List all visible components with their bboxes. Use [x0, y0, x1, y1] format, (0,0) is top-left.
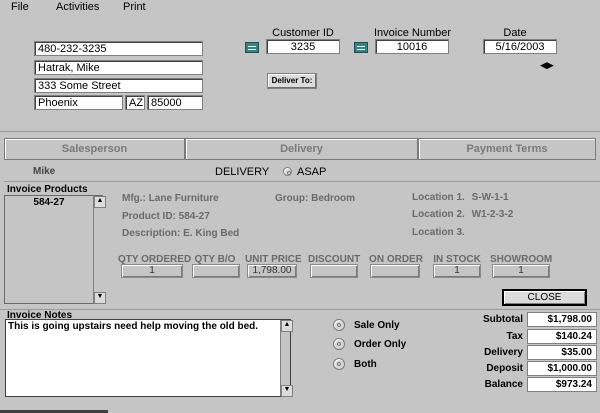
products-scrollbar[interactable]: ▲ ▼ — [93, 196, 106, 304]
close-button[interactable]: CLOSE — [502, 289, 587, 306]
notes-text: This is going upstairs need help moving … — [8, 321, 259, 332]
product-row-2[interactable] — [5, 211, 93, 227]
tax-label: Tax — [506, 331, 524, 342]
delivery-label: Delivery — [484, 347, 523, 358]
sale-only-radio[interactable] — [333, 319, 345, 331]
unit-price-field: 1,798.00 — [247, 264, 297, 278]
product-row-6[interactable] — [5, 271, 93, 287]
notes-scroll-up-icon[interactable]: ▲ — [281, 320, 293, 332]
subtotal-value: $1,798.00 — [527, 312, 597, 327]
tab-salesperson[interactable]: Salesperson — [4, 138, 185, 160]
customer-id-field[interactable]: 3235 — [266, 39, 340, 54]
delivery-value: $35.00 — [527, 345, 597, 360]
deliver-to-button[interactable]: Deliver To: — [267, 73, 317, 89]
deposit-value[interactable]: $1,000.00 — [527, 361, 597, 376]
location-2-text: Location 2. W1-2-3-2 — [412, 209, 514, 220]
on-order-field — [370, 264, 420, 278]
product-id-text: Product ID: 584-27 — [122, 211, 210, 222]
salesperson-value: Mike — [33, 166, 56, 177]
tab-payment-terms[interactable]: Payment Terms — [418, 138, 596, 160]
scroll-up-icon[interactable]: ▲ — [94, 196, 106, 208]
asap-radio[interactable] — [283, 167, 292, 176]
customer-lookup-icon[interactable] — [245, 42, 259, 53]
scroll-down-icon[interactable]: ▼ — [94, 292, 106, 304]
delivery-status: DELIVERY — [215, 166, 270, 178]
mfg-text: Mfg.: Lane Furniture — [122, 193, 219, 204]
tab-delivery[interactable]: Delivery — [185, 138, 418, 160]
products-list: 584-27 ▲ ▼ — [4, 195, 106, 304]
product-row-1[interactable]: 584-27 — [5, 196, 93, 212]
sale-only-label: Sale Only — [354, 320, 400, 331]
qty-bo-field — [192, 264, 240, 278]
in-stock-field: 1 — [433, 264, 481, 278]
date-next-icon[interactable]: ▶ — [547, 60, 554, 70]
product-row-3[interactable] — [5, 226, 93, 242]
both-label: Both — [354, 359, 377, 370]
invoice-lookup-icon[interactable] — [354, 42, 368, 53]
product-row-5[interactable] — [5, 256, 93, 272]
description-text: Description: E. King Bed — [122, 228, 240, 239]
invoice-notes-textarea[interactable]: This is going upstairs need help moving … — [5, 319, 293, 397]
discount-field — [310, 264, 358, 278]
menu-print[interactable]: Print — [123, 1, 146, 13]
both-radio[interactable] — [333, 358, 345, 370]
invoice-number-label: Invoice Number — [373, 27, 452, 39]
state-field[interactable]: AZ — [125, 95, 145, 110]
city-field[interactable]: Phoenix — [34, 95, 123, 110]
menu-bar: File Activities Print — [0, 0, 600, 14]
notes-divider — [0, 309, 600, 310]
products-divider — [4, 181, 600, 182]
menu-activities[interactable]: Activities — [56, 1, 99, 13]
location-1-text: Location 1. S-W-1-1 — [412, 192, 509, 203]
qty-ordered-field: 1 — [121, 264, 183, 278]
date-label: Date — [503, 27, 527, 39]
product-row-7[interactable] — [5, 286, 93, 301]
notes-scrollbar[interactable]: ▲ ▼ — [280, 320, 293, 397]
deposit-label: Deposit — [486, 363, 523, 374]
subtotal-label: Subtotal — [483, 314, 523, 325]
date-arrows: ◀▶ — [540, 60, 554, 71]
balance-label: Balance — [484, 379, 523, 390]
menu-file[interactable]: File — [11, 1, 29, 13]
showroom-field: 1 — [492, 264, 550, 278]
customer-id-label: Customer ID — [272, 27, 334, 39]
date-field[interactable]: 5/16/2003 — [483, 39, 557, 54]
phone-field[interactable]: 480-232-3235 — [34, 41, 203, 56]
asap-label: ASAP — [297, 166, 327, 178]
invoice-number-field[interactable]: 10016 — [375, 39, 449, 54]
name-field[interactable]: Hatrak, Mike — [34, 60, 203, 75]
invoice-products-title: Invoice Products — [7, 184, 88, 195]
street-field[interactable]: 333 Some Street — [34, 78, 203, 93]
notes-scroll-down-icon[interactable]: ▼ — [281, 385, 293, 397]
location-3-text: Location 3. — [412, 227, 465, 238]
group-text: Group: Bedroom — [275, 193, 356, 204]
balance-value: $973.24 — [527, 377, 597, 392]
zip-field[interactable]: 85000 — [147, 95, 203, 110]
order-only-label: Order Only — [354, 339, 407, 350]
tax-value: $140.24 — [527, 329, 597, 344]
date-prev-icon[interactable]: ◀ — [540, 60, 547, 70]
product-row-4[interactable] — [5, 241, 93, 257]
order-only-radio[interactable] — [333, 338, 345, 350]
divider — [0, 131, 600, 132]
